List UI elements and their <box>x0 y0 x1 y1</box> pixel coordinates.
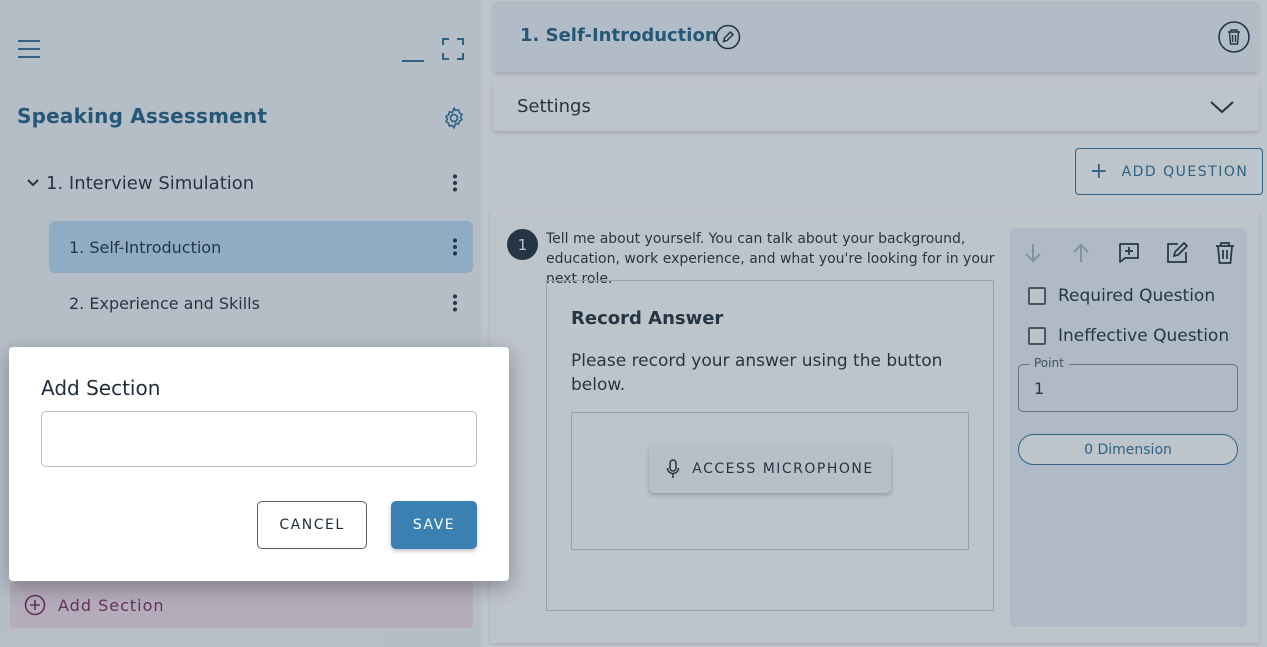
section-name-input[interactable] <box>41 411 477 467</box>
save-button[interactable]: SAVE <box>391 501 477 549</box>
cancel-button[interactable]: CANCEL <box>257 501 367 549</box>
add-section-dialog: Add Section CANCEL SAVE <box>9 347 509 581</box>
dialog-title: Add Section <box>41 376 161 400</box>
